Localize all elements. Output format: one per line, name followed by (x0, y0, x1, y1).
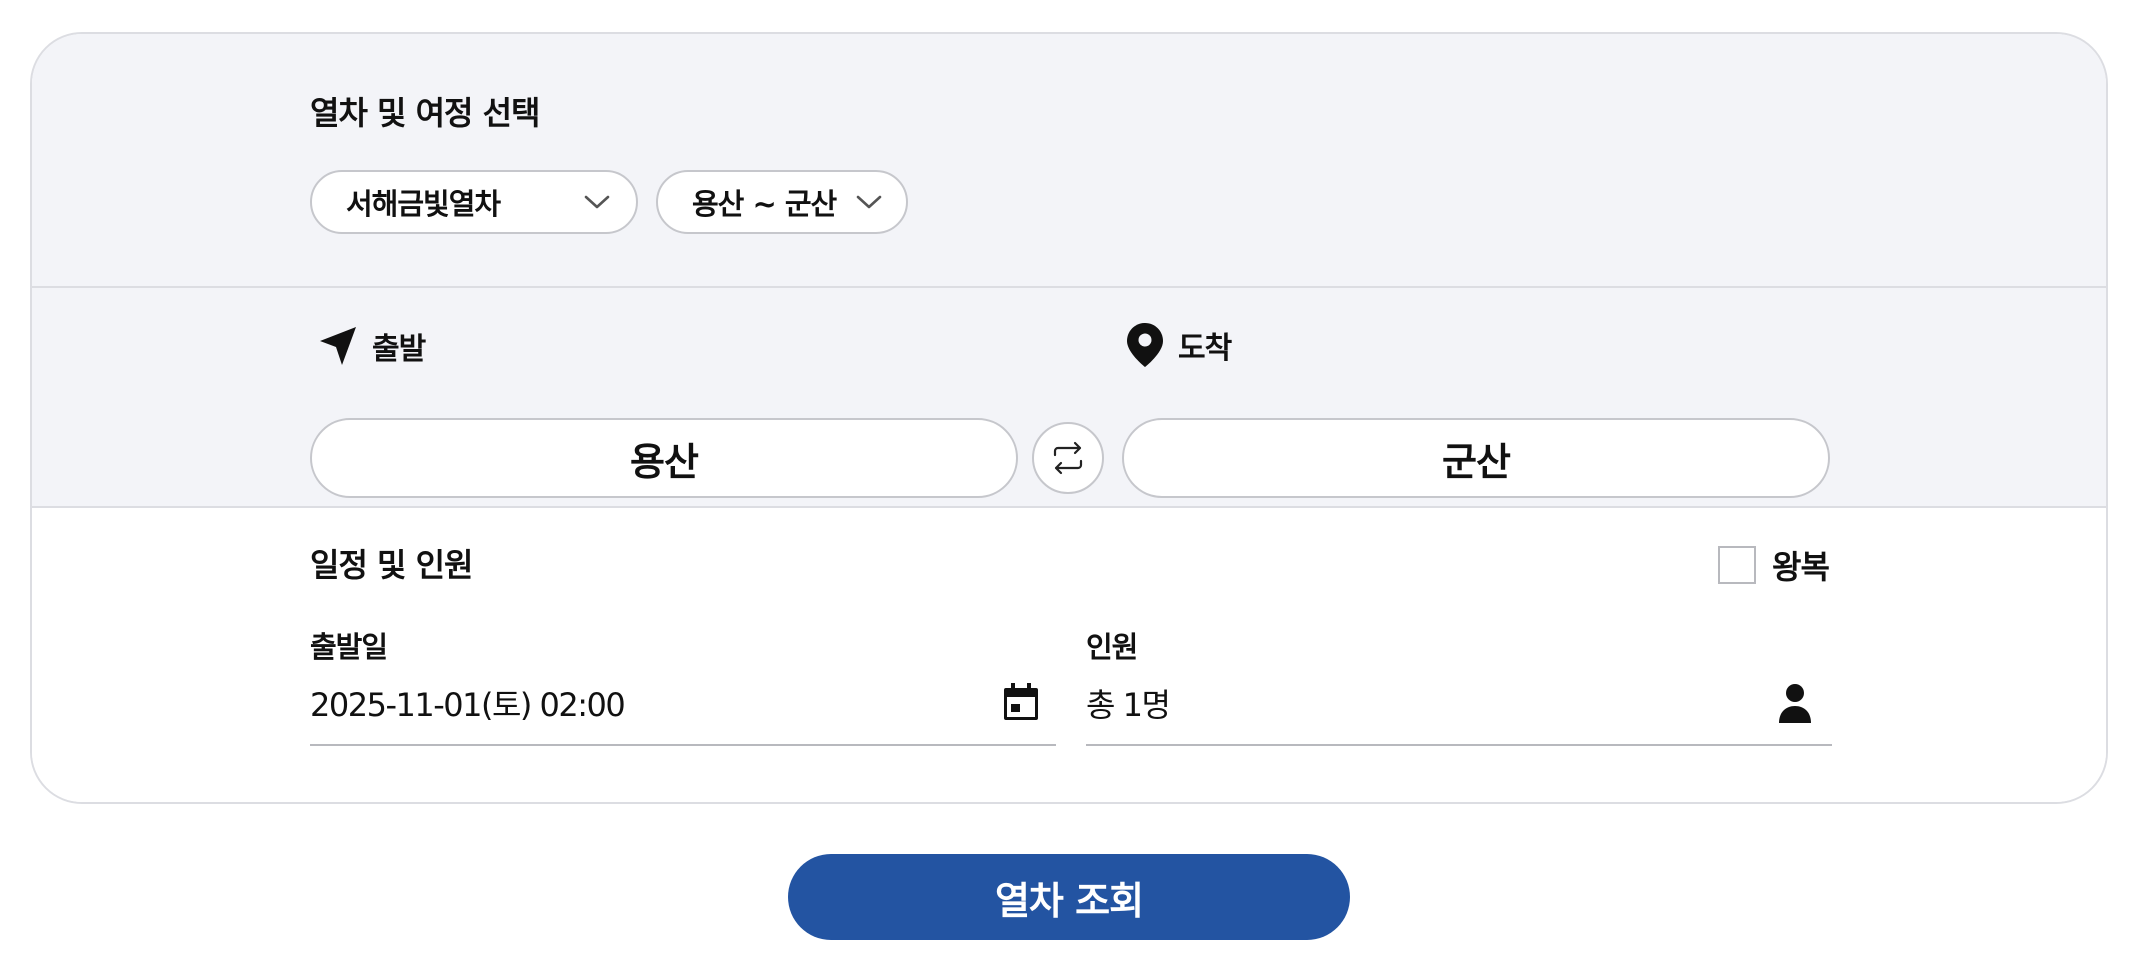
schedule-section: 일정 및 인원 왕복 출발일 2025-11-01(토) 02:00 인원 총 … (32, 508, 2106, 802)
departure-date-field[interactable]: 2025-11-01(토) 02:00 (310, 672, 1056, 746)
passengers-field[interactable]: 총 1명 (1086, 672, 1832, 746)
chevron-down-icon (856, 195, 882, 209)
calendar-icon (1004, 683, 1038, 720)
arrival-label-text: 도착 (1178, 331, 1232, 366)
location-pin-icon (1127, 323, 1163, 367)
schedule-section-title: 일정 및 인원 (310, 546, 473, 584)
roundtrip-checkbox[interactable] (1718, 546, 1756, 584)
route-select-value: 용산 ~ 군산 (692, 187, 837, 221)
swap-stations-button[interactable] (1032, 422, 1104, 494)
stations-section: 출발 도착 용산 군산 (32, 288, 2106, 508)
passengers-label: 인원 (1086, 630, 1138, 664)
arrival-label: 도착 (1126, 322, 1232, 368)
departure-station-button[interactable]: 용산 (310, 418, 1018, 498)
departure-date-label: 출발일 (310, 630, 388, 664)
departure-label-text: 출발 (372, 332, 426, 367)
swap-icon (1053, 441, 1083, 475)
departure-label: 출발 (318, 324, 426, 368)
arrival-station-button[interactable]: 군산 (1122, 418, 1830, 498)
train-select[interactable]: 서해금빛열차 (310, 170, 638, 234)
roundtrip-toggle[interactable]: 왕복 (1718, 542, 1830, 588)
journey-section-title: 열차 및 여정 선택 (310, 94, 541, 132)
person-icon (1779, 684, 1811, 723)
train-select-value: 서해금빛열차 (346, 187, 501, 221)
roundtrip-label: 왕복 (1772, 548, 1830, 586)
passengers-value: 총 1명 (1086, 686, 1171, 724)
chevron-down-icon (584, 195, 610, 209)
departure-date-value: 2025-11-01(토) 02:00 (310, 686, 626, 724)
search-trains-button[interactable]: 열차 조회 (788, 854, 1350, 940)
navigation-arrow-icon (320, 327, 356, 365)
route-select[interactable]: 용산 ~ 군산 (656, 170, 908, 234)
journey-section: 열차 및 여정 선택 서해금빛열차 용산 ~ 군산 (32, 34, 2106, 288)
train-search-card: 열차 및 여정 선택 서해금빛열차 용산 ~ 군산 출발 도착 용산 군산 일정… (30, 32, 2108, 804)
